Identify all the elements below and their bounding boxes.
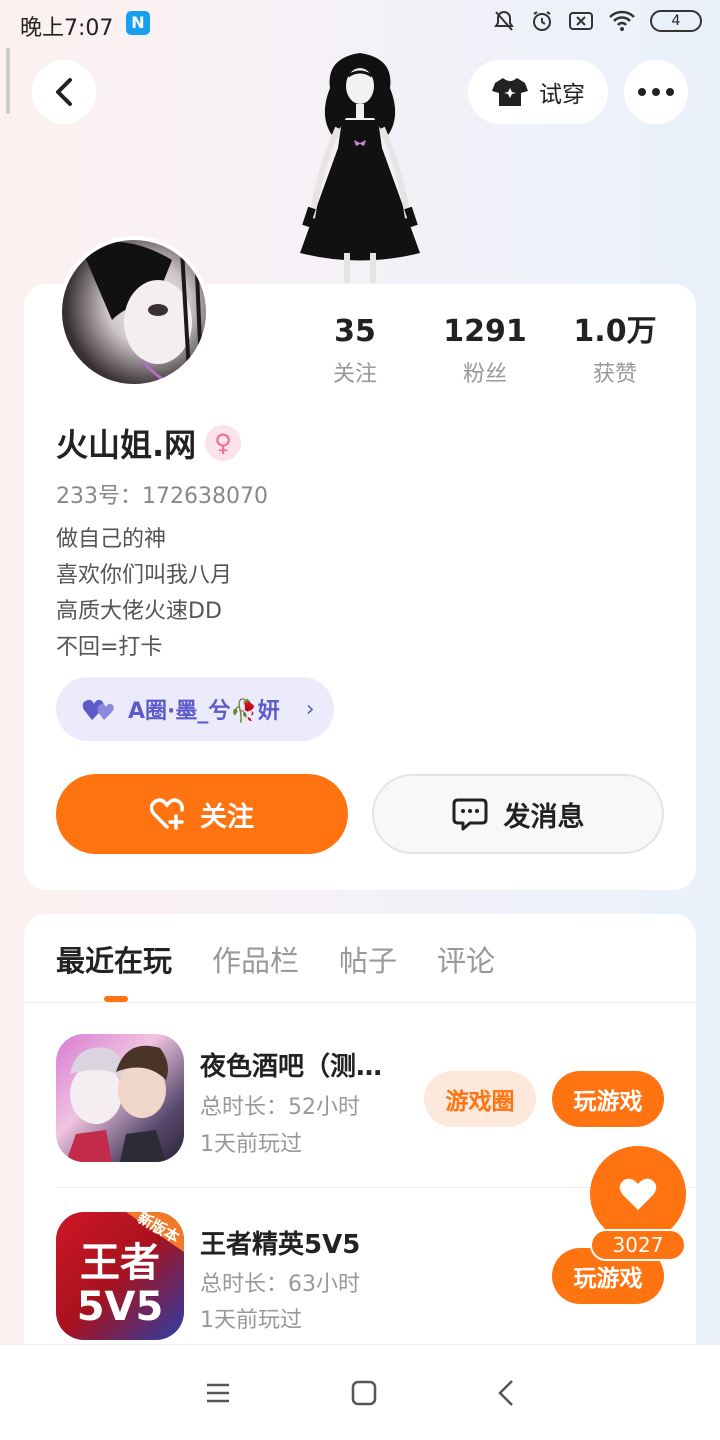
follow-button[interactable]: 关注 (56, 774, 348, 854)
status-time: 晚上7:07 (20, 16, 114, 41)
try-on-button[interactable]: 试穿 (468, 60, 608, 124)
back-button[interactable] (32, 60, 96, 124)
system-nav-bar (0, 1344, 720, 1440)
nickname: 火山姐.网 (56, 426, 197, 464)
like-button[interactable] (590, 1146, 686, 1242)
mute-bell-icon (494, 10, 514, 31)
app-notification-icon: N (126, 11, 150, 35)
game-icon-art: 新版本 王者 5V5 (77, 1212, 184, 1330)
status-icons: 4 (492, 9, 702, 33)
character-avatar-figure[interactable] (290, 48, 430, 288)
user-id: 233号：172638070 (56, 484, 268, 509)
bio-line: 做自己的神 (56, 527, 167, 552)
tab-comments[interactable]: 评论 (437, 938, 495, 980)
heart-icon (619, 1178, 657, 1210)
battery-indicator: 4 (650, 10, 702, 32)
chevron-right-icon: › (305, 696, 315, 722)
profile-tabs: 最近在玩 作品栏 帖子 评论 (56, 938, 495, 980)
menu-icon[interactable] (205, 1382, 231, 1404)
chat-bubble-icon (452, 798, 487, 831)
game-last-played: 1天前玩过 (200, 1308, 302, 1333)
game-icon-subtitle: 5V5 (77, 1284, 164, 1330)
game-icon[interactable]: 新版本 王者 5V5 (56, 1212, 184, 1340)
tshirt-icon (492, 78, 528, 106)
sim-off-icon (569, 12, 593, 30)
game-last-played: 1天前玩过 (200, 1132, 302, 1157)
stat-following-value: 35 (334, 314, 376, 349)
wifi-icon (609, 10, 635, 31)
home-icon[interactable] (351, 1380, 377, 1406)
stat-likes-value: 1.0万 (573, 314, 657, 349)
game-duration: 总时长：63小时 (200, 1272, 360, 1297)
like-count: 3027 (590, 1229, 686, 1261)
chevron-left-icon (56, 78, 72, 106)
play-game-button[interactable]: 玩游戏 (552, 1071, 664, 1127)
stat-likes[interactable]: 1.0万 获赞 (550, 312, 680, 388)
send-message-label: 发消息 (503, 801, 585, 833)
circle-tag-button[interactable]: A圈·墨_兮🥀妍 › (56, 677, 334, 741)
tabs-divider (24, 1002, 696, 1003)
bio: 做自己的神 喜欢你们叫我八月 高质大佬火速DD 不回=打卡 (56, 522, 232, 666)
game-duration: 总时长：52小时 (200, 1095, 360, 1120)
game-icon[interactable] (56, 1034, 184, 1162)
alarm-icon (533, 11, 551, 31)
double-heart-icon (82, 699, 114, 720)
game-circle-button[interactable]: 游戏圈 (424, 1071, 536, 1127)
stat-followers[interactable]: 1291 粉丝 (420, 312, 550, 388)
tab-posts[interactable]: 帖子 (339, 938, 397, 980)
tab-recently-played[interactable]: 最近在玩 (56, 938, 172, 980)
more-dots-icon (638, 88, 674, 96)
more-options-button[interactable] (624, 60, 688, 124)
bio-line: 喜欢你们叫我八月 (56, 563, 233, 588)
tab-works[interactable]: 作品栏 (212, 938, 299, 980)
follow-label: 关注 (200, 801, 254, 833)
back-nav-icon[interactable] (497, 1379, 515, 1407)
heart-plus-icon (150, 798, 184, 830)
game-name[interactable]: 夜色酒吧（测… (200, 1046, 382, 1083)
avatar[interactable] (58, 236, 210, 388)
stat-following-label: 关注 (332, 362, 377, 387)
stat-followers-value: 1291 (443, 314, 527, 349)
stat-followers-label: 粉丝 (462, 362, 507, 387)
send-message-button[interactable]: 发消息 (372, 774, 664, 854)
edge-scroll-indicator (6, 48, 10, 114)
female-gender-icon: ♀ (205, 425, 241, 461)
bio-line: 不回=打卡 (56, 635, 163, 660)
try-on-label: 试穿 (539, 82, 585, 108)
game-icon-art (66, 1045, 168, 1162)
profile-stats: 35 关注 1291 粉丝 1.0万 获赞 (290, 312, 680, 388)
stat-likes-label: 获赞 (592, 362, 637, 387)
game-name[interactable]: 王者精英5V5 (200, 1224, 360, 1261)
stat-following[interactable]: 35 关注 (290, 312, 420, 388)
game-icon-title: 王者 (80, 1240, 160, 1286)
bio-line: 高质大佬火速DD (56, 599, 222, 624)
circle-tag-label: A圈·墨_兮🥀妍 (128, 699, 280, 724)
